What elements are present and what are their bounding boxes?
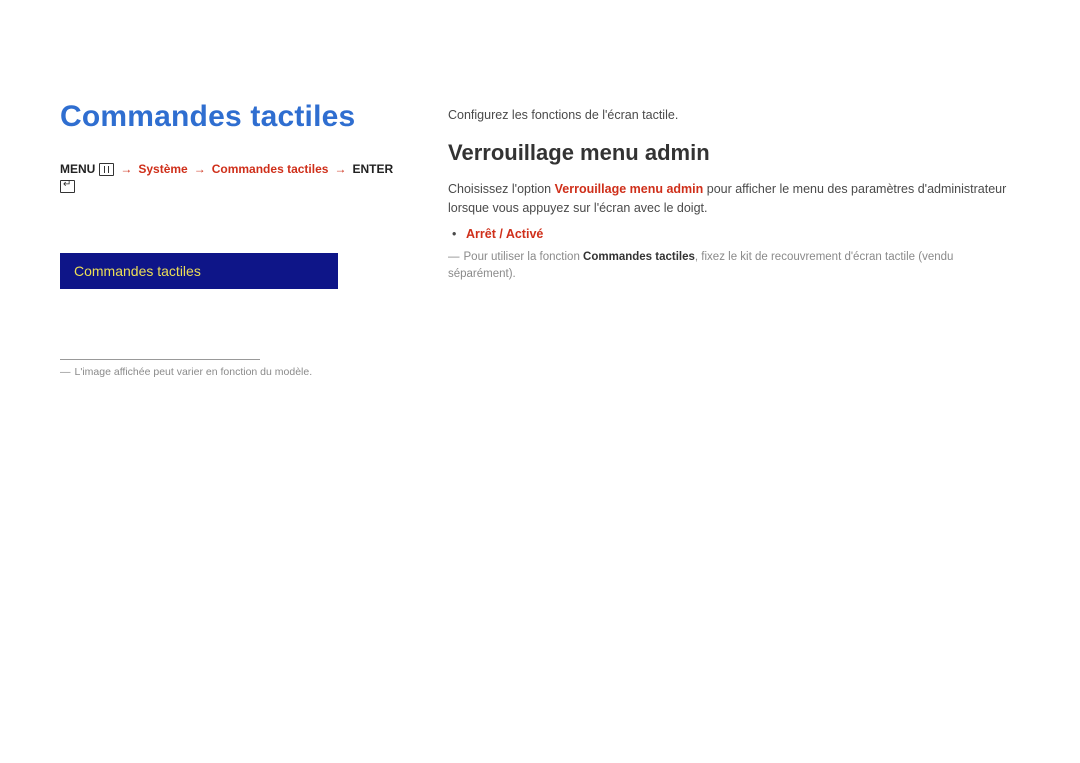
- enter-icon: [60, 180, 75, 193]
- desc-prefix: Choisissez l'option: [448, 182, 555, 196]
- note-dash: ―: [448, 251, 460, 263]
- breadcrumb-menu-label: MENU: [60, 162, 95, 176]
- footnote-dash: ―: [60, 366, 71, 378]
- menu-preview-item: Commandes tactiles: [74, 263, 201, 279]
- page-title: Commandes tactiles: [60, 100, 400, 134]
- breadcrumb-item-systeme: Système: [138, 162, 187, 176]
- section-heading: Verrouillage menu admin: [448, 140, 1020, 166]
- menu-icon: [99, 163, 114, 176]
- breadcrumb-arrow: →: [120, 162, 132, 176]
- footnote-text: L'image affichée peut varier en fonction…: [75, 366, 313, 378]
- breadcrumb-arrow: →: [194, 162, 206, 176]
- document-page: Commandes tactiles MENU → Système → Comm…: [0, 0, 1080, 763]
- footnote-divider: [60, 359, 260, 360]
- section-description: Choisissez l'option Verrouillage menu ad…: [448, 180, 1020, 219]
- left-column: Commandes tactiles MENU → Système → Comm…: [60, 100, 400, 378]
- footnote: ― L'image affichée peut varier en fonctio…: [60, 366, 400, 378]
- two-column-layout: Commandes tactiles MENU → Système → Comm…: [60, 100, 1020, 378]
- intro-text: Configurez les fonctions de l'écran tact…: [448, 108, 1020, 122]
- right-column: Configurez les fonctions de l'écran tact…: [448, 100, 1020, 378]
- breadcrumb-enter-label: ENTER: [352, 162, 393, 176]
- option-value: Arrêt / Activé: [466, 227, 1020, 241]
- breadcrumb-item-commandes-tactiles: Commandes tactiles: [212, 162, 329, 176]
- breadcrumb: MENU → Système → Commandes tactiles → EN…: [60, 162, 400, 193]
- menu-preview-box: Commandes tactiles: [60, 253, 338, 289]
- note-bold: Commandes tactiles: [583, 251, 695, 263]
- note-prefix: Pour utiliser la fonction: [464, 251, 584, 263]
- desc-highlight: Verrouillage menu admin: [555, 182, 704, 196]
- options-list: Arrêt / Activé: [448, 227, 1020, 241]
- note-line: ― Pour utiliser la fonction Commandes tac…: [448, 249, 1020, 284]
- breadcrumb-arrow: →: [334, 162, 346, 176]
